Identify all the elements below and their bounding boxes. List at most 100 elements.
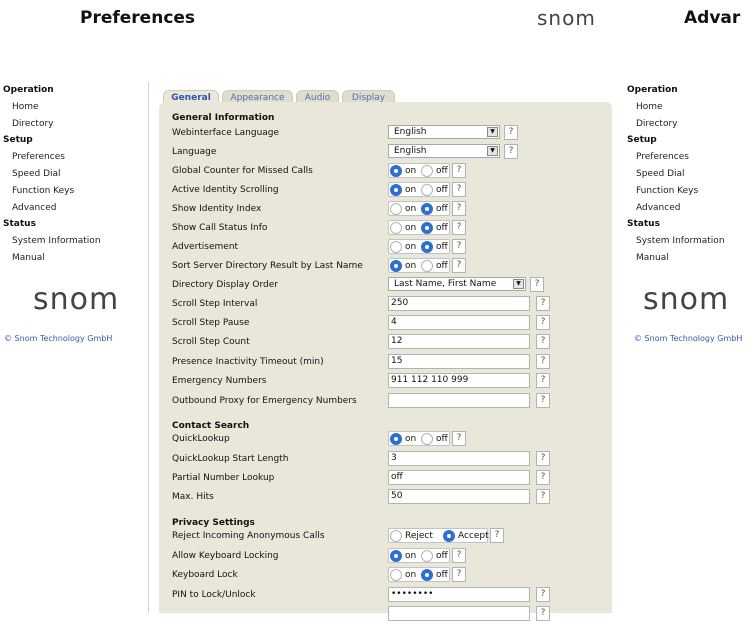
- radio-group: on off: [388, 182, 450, 197]
- radio-option[interactable]: [421, 569, 433, 581]
- help-button[interactable]: ?: [452, 258, 466, 273]
- help-button[interactable]: ?: [452, 220, 466, 235]
- nav-item-advanced[interactable]: Advanced: [3, 200, 143, 217]
- nav-item-speed-dial[interactable]: Speed Dial: [3, 166, 143, 183]
- radio-option[interactable]: [421, 184, 433, 196]
- setting-label: QuickLookup: [172, 434, 230, 444]
- setting-select[interactable]: English ▼: [388, 144, 500, 158]
- radio-label: off: [436, 242, 448, 252]
- setting-label: Directory Display Order: [172, 280, 278, 290]
- help-button[interactable]: ?: [452, 239, 466, 254]
- setting-input[interactable]: [388, 606, 530, 621]
- radio-option[interactable]: [443, 530, 455, 542]
- nav-item-system-information[interactable]: System Information: [627, 233, 754, 250]
- radio-label: on: [405, 261, 417, 271]
- copyright-link-right[interactable]: © Snom Technology GmbH: [634, 334, 742, 343]
- help-button[interactable]: ?: [452, 548, 466, 563]
- nav-item-preferences[interactable]: Preferences: [3, 149, 143, 166]
- radio-option[interactable]: [390, 165, 402, 177]
- setting-row: Webinterface Language English ▼?: [172, 124, 602, 143]
- setting-select[interactable]: English ▼: [388, 125, 500, 139]
- nav-item-home[interactable]: Home: [627, 99, 754, 116]
- help-button[interactable]: ?: [536, 451, 550, 466]
- nav-item-directory[interactable]: Directory: [3, 116, 143, 133]
- help-button[interactable]: ?: [536, 334, 550, 349]
- radio-option[interactable]: [390, 241, 402, 253]
- radio-option[interactable]: [421, 550, 433, 562]
- setting-input[interactable]: 911 112 110 999: [388, 373, 530, 388]
- page-title: Preferences: [80, 8, 196, 28]
- radio-option[interactable]: [390, 260, 402, 272]
- radio-option[interactable]: [390, 569, 402, 581]
- help-button[interactable]: ?: [490, 528, 504, 543]
- radio-option[interactable]: [390, 550, 402, 562]
- radio-option[interactable]: [421, 260, 433, 272]
- help-button[interactable]: ?: [504, 125, 518, 140]
- setting-label: Language: [172, 147, 217, 157]
- help-button[interactable]: ?: [452, 163, 466, 178]
- help-button[interactable]: ?: [536, 373, 550, 388]
- radio-option[interactable]: [390, 203, 402, 215]
- chevron-down-icon: ▼: [487, 127, 498, 137]
- help-button[interactable]: ?: [504, 144, 518, 159]
- radio-option[interactable]: [390, 433, 402, 445]
- setting-input[interactable]: 250: [388, 296, 530, 311]
- setting-label: Scroll Step Interval: [172, 299, 258, 309]
- nav-section-status: Status: [3, 219, 36, 230]
- help-button[interactable]: ?: [536, 606, 550, 621]
- help-button[interactable]: ?: [452, 182, 466, 197]
- setting-label: Presence Inactivity Timeout (min): [172, 357, 324, 367]
- radio-option[interactable]: [390, 530, 402, 542]
- help-button[interactable]: ?: [536, 587, 550, 602]
- section-header-general: General Information: [172, 113, 275, 123]
- nav-item-home[interactable]: Home: [3, 99, 143, 116]
- setting-input[interactable]: 15: [388, 354, 530, 369]
- nav-item-manual[interactable]: Manual: [627, 250, 754, 267]
- nav-item-manual[interactable]: Manual: [3, 250, 143, 267]
- radio-group: on off: [388, 431, 450, 446]
- setting-label: Scroll Step Pause: [172, 318, 250, 328]
- setting-input[interactable]: 50: [388, 489, 530, 504]
- help-button[interactable]: ?: [536, 489, 550, 504]
- setting-row: QuickLookup Start Length 3?: [172, 450, 602, 469]
- copyright-link-left[interactable]: © Snom Technology GmbH: [4, 334, 112, 343]
- help-button[interactable]: ?: [452, 431, 466, 446]
- nav-item-advanced[interactable]: Advanced: [627, 200, 754, 217]
- setting-input[interactable]: [388, 393, 530, 408]
- nav-item-function-keys[interactable]: Function Keys: [3, 183, 143, 200]
- setting-input[interactable]: ••••••••: [388, 587, 530, 602]
- help-button[interactable]: ?: [536, 354, 550, 369]
- radio-option[interactable]: [390, 222, 402, 234]
- nav-item-directory[interactable]: Directory: [627, 116, 754, 133]
- setting-row: Allow Keyboard Locking on off?: [172, 547, 602, 566]
- radio-option[interactable]: [421, 165, 433, 177]
- help-button[interactable]: ?: [536, 470, 550, 485]
- setting-label: Allow Keyboard Locking: [172, 551, 279, 561]
- setting-label: Global Counter for Missed Calls: [172, 166, 313, 176]
- setting-input[interactable]: 3: [388, 451, 530, 466]
- setting-input[interactable]: 12: [388, 334, 530, 349]
- help-button[interactable]: ?: [452, 567, 466, 582]
- help-button[interactable]: ?: [536, 315, 550, 330]
- radio-option[interactable]: [390, 184, 402, 196]
- radio-label: on: [405, 551, 417, 561]
- nav-item-system-information[interactable]: System Information: [3, 233, 143, 250]
- nav-item-preferences[interactable]: Preferences: [627, 149, 754, 166]
- nav-item-function-keys[interactable]: Function Keys: [627, 183, 754, 200]
- help-button[interactable]: ?: [452, 201, 466, 216]
- radio-option[interactable]: [421, 203, 433, 215]
- radio-label: off: [436, 204, 448, 214]
- nav-section-setup: Setup: [627, 135, 657, 146]
- help-button[interactable]: ?: [536, 393, 550, 408]
- setting-select[interactable]: Last Name, First Name ▼: [388, 277, 526, 291]
- radio-option[interactable]: [421, 222, 433, 234]
- radio-option[interactable]: [421, 433, 433, 445]
- setting-input[interactable]: off: [388, 470, 530, 485]
- radio-option[interactable]: [421, 241, 433, 253]
- help-button[interactable]: ?: [530, 277, 544, 292]
- setting-input[interactable]: 4: [388, 315, 530, 330]
- snom-logo-left: snom: [33, 282, 120, 317]
- nav-item-speed-dial[interactable]: Speed Dial: [627, 166, 754, 183]
- radio-label: Accept: [458, 531, 489, 541]
- help-button[interactable]: ?: [536, 296, 550, 311]
